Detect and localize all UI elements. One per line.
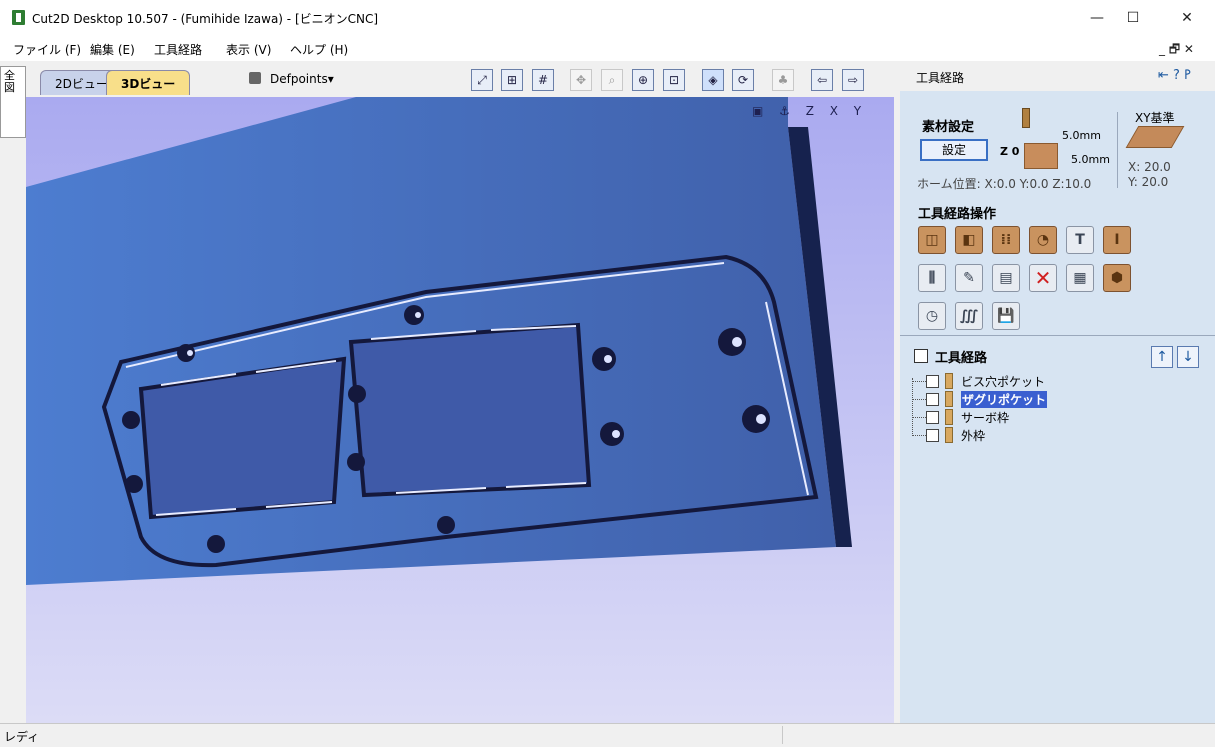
- delete-toolpath-icon[interactable]: ✕: [1029, 264, 1057, 292]
- edit-toolpath-icon[interactable]: ✎: [955, 264, 983, 292]
- fit-view-icon[interactable]: ⤢: [471, 69, 493, 91]
- toolpath-label: サーボ枠: [961, 410, 1010, 425]
- mdi-controls[interactable]: _ 🗗 ✕: [1159, 40, 1194, 61]
- close-button[interactable]: ✕: [1164, 0, 1210, 35]
- layer-right-icon[interactable]: ⇨: [842, 69, 864, 91]
- tool-bit-icon: [1022, 108, 1030, 128]
- menu-view[interactable]: 表示 (V): [226, 41, 271, 58]
- app-icon: [12, 10, 25, 25]
- status-bar: [0, 723, 1215, 747]
- menu-file[interactable]: ファイル (F): [13, 41, 81, 58]
- z-zero-label: Z 0: [1000, 145, 1020, 158]
- toolpath-checkbox[interactable]: [926, 428, 939, 442]
- material-setup-label: 素材設定: [922, 120, 975, 135]
- grid-snap-icon[interactable]: ⊞: [501, 69, 523, 91]
- left-side-tab-label: 全図: [4, 69, 15, 94]
- move-up-icon[interactable]: ↑: [1151, 346, 1173, 368]
- toolpath-template-icon[interactable]: ∭: [955, 302, 983, 330]
- tool-bit-icon: [945, 391, 953, 407]
- toolpath-checkbox[interactable]: [926, 392, 939, 406]
- zoom-box-icon[interactable]: ⊡: [663, 69, 685, 91]
- xy-origin-title: XY基準: [1135, 111, 1175, 125]
- tool-database-icon[interactable]: ⫼: [918, 264, 946, 292]
- material-block-icon: [1024, 143, 1058, 169]
- maximize-button[interactable]: ☐: [1110, 0, 1156, 35]
- text-engrave-icon[interactable]: T: [1066, 226, 1094, 254]
- calculator-icon[interactable]: ▦: [1066, 264, 1094, 292]
- 3d-view-canvas[interactable]: [26, 97, 894, 723]
- layer-name: Defpoints: [270, 72, 328, 86]
- preview-icon[interactable]: ⬢: [1103, 264, 1131, 292]
- home-position: ホーム位置: X:0.0 Y:0.0 Z:10.0: [917, 177, 1092, 191]
- v-carve-icon[interactable]: I: [1103, 226, 1131, 254]
- menu-help[interactable]: ヘルプ (H): [290, 41, 348, 58]
- toolpath-item[interactable]: ザグリポケット: [912, 390, 1048, 408]
- layer-selector[interactable]: Defpoints▾: [270, 72, 334, 86]
- toolpath-label: ビス穴ポケット: [961, 374, 1046, 389]
- xy-origin-y: Y: 20.0: [1128, 175, 1169, 189]
- inlay-icon[interactable]: ◔: [1029, 226, 1057, 254]
- menu-edit[interactable]: 編集 (E): [90, 41, 135, 58]
- move-down-icon[interactable]: ↓: [1177, 346, 1199, 368]
- top-offset-value: 5.0mm: [1062, 129, 1101, 142]
- toolpath-operations-label: 工具経路操作: [918, 207, 997, 222]
- toolpath-checkbox[interactable]: [926, 374, 939, 388]
- material-setup-button[interactable]: 設定: [920, 139, 988, 161]
- time-estimate-icon[interactable]: ◷: [918, 302, 946, 330]
- toolpath-item[interactable]: ビス穴ポケット: [912, 372, 1045, 390]
- divider: [1117, 112, 1118, 188]
- panel-title: 工具経路: [916, 71, 965, 85]
- pan-icon[interactable]: ✥: [570, 69, 592, 91]
- tab-3d-view[interactable]: 3Dビュー: [106, 70, 191, 95]
- toolpaths-all-checkbox[interactable]: [914, 349, 928, 363]
- transform-icon[interactable]: ⟳: [732, 69, 754, 91]
- toolpath-label-selected: ザグリポケット: [961, 390, 1048, 408]
- xy-origin-x: X: 20.0: [1128, 160, 1171, 174]
- 3d-scene: [26, 97, 894, 723]
- toolpath-item[interactable]: 外枠: [912, 426, 985, 444]
- toolpath-label: 外枠: [961, 428, 986, 443]
- tool-bit-icon: [945, 427, 953, 443]
- panel-pin-controls[interactable]: ⇤ ? 𐌛: [1158, 68, 1191, 83]
- status-divider: [782, 726, 783, 744]
- layer-left-icon[interactable]: ⇦: [811, 69, 833, 91]
- select-icon[interactable]: ◈: [702, 69, 724, 91]
- menu-toolpaths[interactable]: 工具経路: [154, 41, 202, 58]
- window-title: Cut2D Desktop 10.507 - (Fumihide Izawa) …: [32, 12, 379, 26]
- drill-icon[interactable]: ⁞⁞: [992, 226, 1020, 254]
- toolpath-item[interactable]: サーボ枠: [912, 408, 1009, 426]
- bottom-offset-value: 5.0mm: [1071, 153, 1110, 166]
- status-text: レディ: [4, 730, 40, 744]
- chevron-down-icon: ▾: [327, 72, 334, 86]
- tool-bit-icon: [945, 409, 953, 425]
- pocket-icon[interactable]: ◧: [955, 226, 983, 254]
- save-toolpath-icon[interactable]: 💾: [992, 302, 1020, 330]
- toolpath-checkbox[interactable]: [926, 410, 939, 424]
- divider: [900, 335, 1215, 336]
- pocket-right: [348, 322, 592, 498]
- view-orientation-icons[interactable]: ▣ ⚓ Z X Y: [752, 104, 867, 118]
- layer-icon: [249, 72, 261, 84]
- toolpath-list-title: 工具経路: [935, 351, 988, 366]
- zoom-icon[interactable]: ⌕: [601, 69, 623, 91]
- profile-icon[interactable]: ◫: [918, 226, 946, 254]
- render-icon[interactable]: ♣: [772, 69, 794, 91]
- toolpath-summary-icon[interactable]: ▤: [992, 264, 1020, 292]
- grid-icon[interactable]: #: [532, 69, 554, 91]
- tool-bit-icon: [945, 373, 953, 389]
- zoom-in-icon[interactable]: ⊕: [632, 69, 654, 91]
